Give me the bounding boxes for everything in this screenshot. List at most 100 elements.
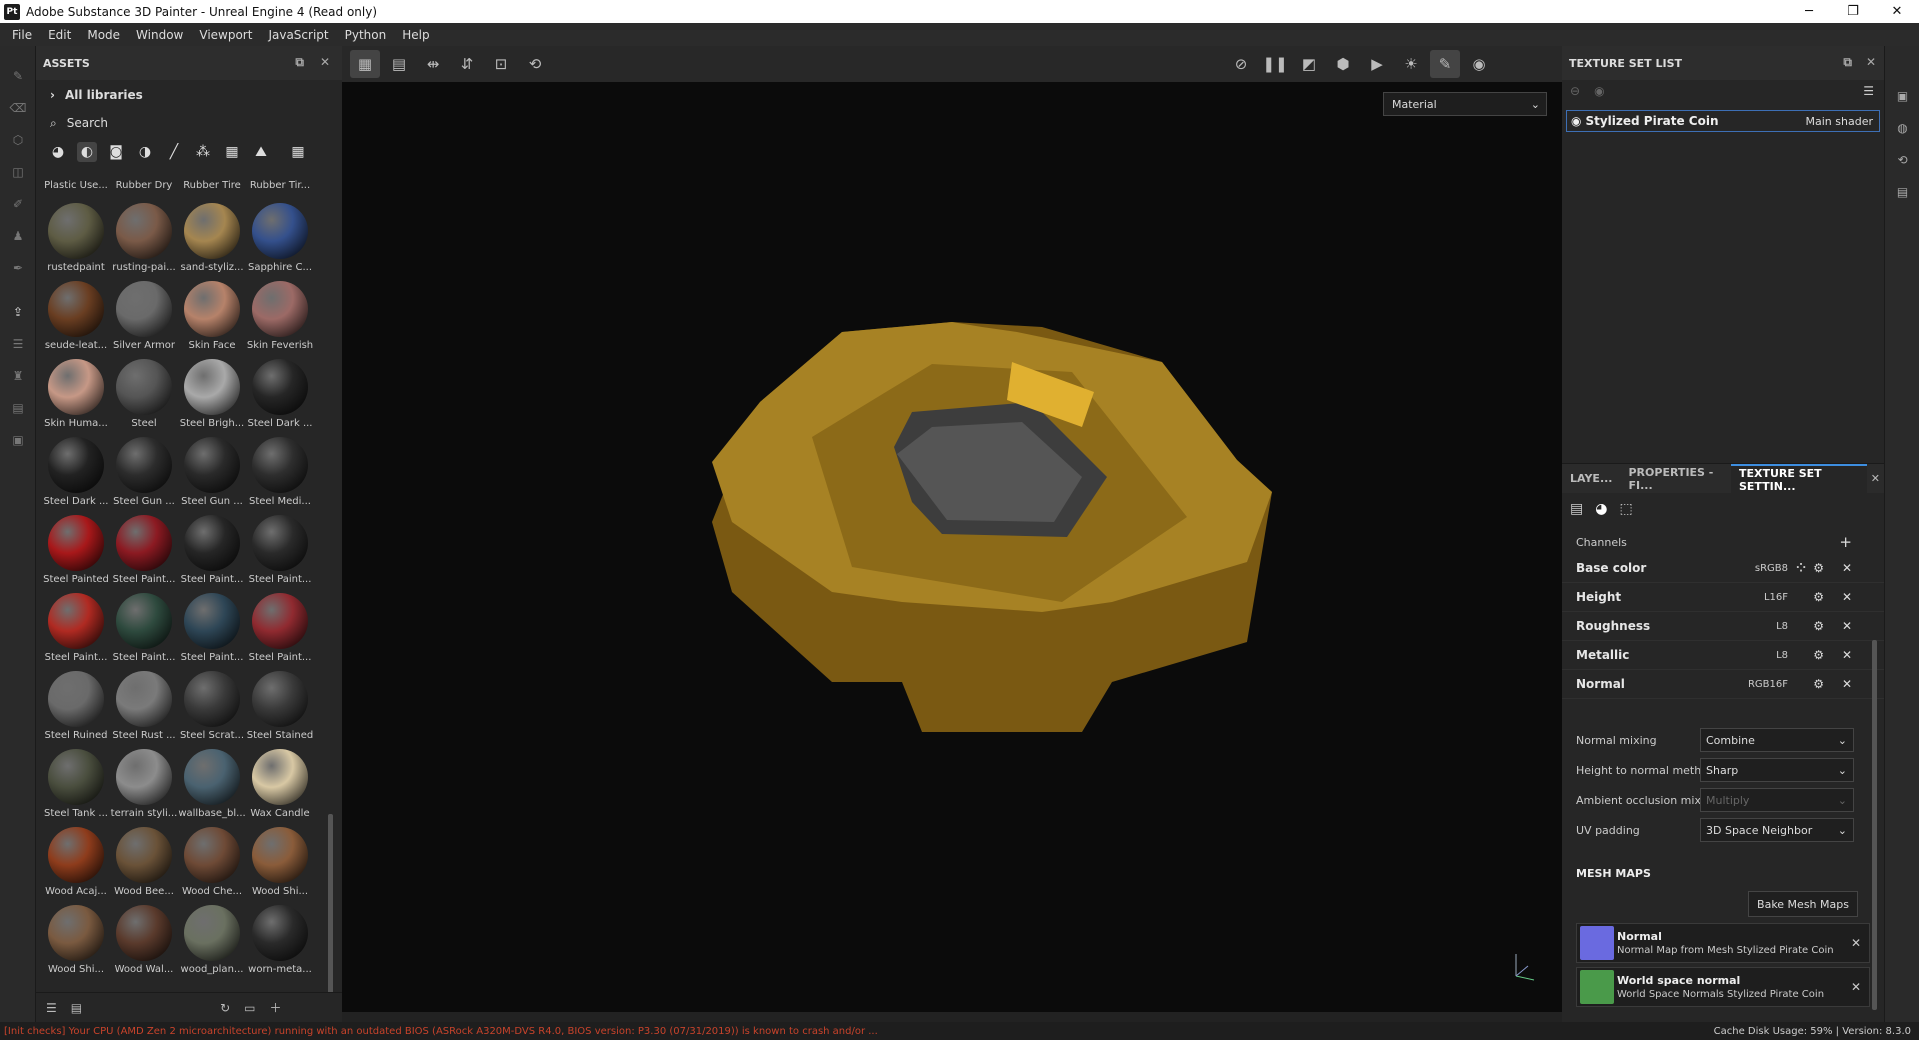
cube-icon[interactable]: ⬢: [1328, 50, 1358, 78]
channel-format[interactable]: L8: [1776, 650, 1788, 661]
material-tile[interactable]: Steel Stained: [246, 666, 314, 744]
smudge-icon[interactable]: ✐: [0, 188, 36, 220]
material-tile[interactable]: Steel Gun ...: [110, 432, 178, 510]
color-profile-icon[interactable]: ⁘: [1796, 561, 1806, 575]
symmetry-vertical-icon[interactable]: ⇵: [452, 50, 482, 78]
settings-scrollbar[interactable]: [1872, 640, 1877, 1010]
material-tile[interactable]: Steel Paint...: [42, 588, 110, 666]
shader-icon[interactable]: ◕: [1595, 501, 1607, 517]
bake-icon[interactable]: ▣: [0, 424, 36, 456]
material-tile[interactable]: Steel Dark ...: [42, 432, 110, 510]
history-icon[interactable]: ⟲: [1885, 144, 1919, 176]
material-tile[interactable]: Wood Che...: [178, 822, 246, 900]
iray-icon[interactable]: ☀: [1396, 50, 1426, 78]
reset-camera-icon[interactable]: ⟲: [520, 50, 550, 78]
material-tile[interactable]: Steel Paint...: [246, 510, 314, 588]
menu-edit[interactable]: Edit: [40, 28, 79, 42]
projection-icon[interactable]: ⬡: [0, 124, 36, 156]
display-settings-icon[interactable]: ☰: [0, 328, 36, 360]
material-tile[interactable]: sand-styliz...: [178, 198, 246, 276]
menu-javascript[interactable]: JavaScript: [260, 28, 336, 42]
link-icon[interactable]: ⊖: [1570, 84, 1580, 98]
normal-mixing-dropdown[interactable]: Combine ⌄: [1700, 728, 1854, 752]
material-tile[interactable]: Steel Painted: [42, 510, 110, 588]
material-filter-icon[interactable]: ◐: [77, 142, 97, 162]
mesh-map-item[interactable]: World space normal World Space Normals St…: [1576, 967, 1870, 1007]
remove-map-icon[interactable]: ✕: [1851, 980, 1861, 994]
material-tile[interactable]: Steel: [110, 354, 178, 432]
channel-format[interactable]: L8: [1776, 621, 1788, 632]
texture-set-list-icon[interactable]: ▣: [1885, 80, 1919, 112]
material-tile[interactable]: Wood Bee...: [110, 822, 178, 900]
gear-icon[interactable]: ⚙: [1813, 677, 1824, 691]
material-tile[interactable]: seude-leat...: [42, 276, 110, 354]
shader-settings-icon[interactable]: ♜: [0, 360, 36, 392]
material-tile[interactable]: Steel Paint...: [178, 588, 246, 666]
fit-selection-icon[interactable]: ▦: [350, 50, 380, 78]
material-tile[interactable]: Wood Shi...: [42, 900, 110, 978]
material-tile[interactable]: Wax Candle: [246, 744, 314, 822]
brush-filter-icon[interactable]: ╱: [164, 142, 184, 162]
remove-map-icon[interactable]: ✕: [1851, 936, 1861, 950]
channel-format[interactable]: RGB16F: [1748, 679, 1788, 690]
menu-icon[interactable]: ☰: [1863, 84, 1874, 98]
material-tile[interactable]: Skin Feverish: [246, 276, 314, 354]
list-view-icon[interactable]: ▤: [71, 1001, 82, 1015]
close-tab-icon[interactable]: ✕: [1867, 464, 1884, 494]
fit-view-icon[interactable]: ⊡: [486, 50, 516, 78]
material-tile[interactable]: rustedpaint: [42, 198, 110, 276]
uv-padding-dropdown[interactable]: 3D Space Neighbor ⌄: [1700, 818, 1854, 842]
mesh-map-item[interactable]: Normal Normal Map from Mesh Stylized Pira…: [1576, 923, 1870, 963]
material-tile[interactable]: rusting-pai...: [110, 198, 178, 276]
material-tile[interactable]: Steel Paint...: [110, 588, 178, 666]
tab-layers[interactable]: LAYE...: [1562, 464, 1621, 494]
screenshot-icon[interactable]: ◉: [1464, 50, 1494, 78]
height-to-normal-dropdown[interactable]: Sharp ⌄: [1700, 758, 1854, 782]
material-tile[interactable]: Steel Dark ...: [246, 354, 314, 432]
refresh-icon[interactable]: ↻: [220, 1001, 230, 1015]
remove-channel-icon[interactable]: ✕: [1842, 561, 1852, 575]
sort-icon[interactable]: ☰: [46, 1001, 57, 1015]
init-warning[interactable]: [Init checks] Your CPU (AMD Zen 2 microa…: [0, 1026, 1300, 1037]
minimize-button[interactable]: ─: [1787, 0, 1831, 23]
bake-mesh-maps-button[interactable]: Bake Mesh Maps: [1748, 891, 1858, 917]
remove-channel-icon[interactable]: ✕: [1842, 590, 1852, 604]
close-button[interactable]: ✕: [1875, 0, 1919, 23]
material-tile[interactable]: wood_plan...: [178, 900, 246, 978]
material-tile[interactable]: Wood Acaj...: [42, 822, 110, 900]
asset-caption[interactable]: Rubber Tir...: [246, 180, 314, 198]
display-icon[interactable]: ◍: [1885, 112, 1919, 144]
add-icon[interactable]: ＋: [270, 999, 282, 1016]
material-tile[interactable]: Steel Paint...: [178, 510, 246, 588]
material-tile[interactable]: Steel Paint...: [246, 588, 314, 666]
grid-view-icon[interactable]: ▦: [288, 142, 308, 162]
remove-channel-icon[interactable]: ✕: [1842, 648, 1852, 662]
undock-icon[interactable]: ⧉: [295, 55, 304, 70]
material-tile[interactable]: Steel Medi...: [246, 432, 314, 510]
material-tile[interactable]: Steel Paint...: [110, 510, 178, 588]
tab-texture-set-settings[interactable]: TEXTURE SET SETTIN...: [1730, 463, 1867, 494]
search-input[interactable]: ⌕ Search: [36, 110, 342, 136]
geometry-mask-icon[interactable]: ◫: [0, 156, 36, 188]
menu-python[interactable]: Python: [337, 28, 395, 42]
shader-label[interactable]: Main shader: [1806, 115, 1873, 128]
clone-icon[interactable]: ♟: [0, 220, 36, 252]
shading-mode-dropdown[interactable]: Material ⌄: [1383, 92, 1547, 116]
material-tile[interactable]: Skin Huma...: [42, 354, 110, 432]
gear-icon[interactable]: ⚙: [1813, 561, 1824, 575]
mask-filter-icon[interactable]: ◙: [106, 142, 126, 162]
undock-icon[interactable]: ⧉: [1843, 55, 1852, 70]
material-tile[interactable]: worn-meta...: [246, 900, 314, 978]
channel-format[interactable]: sRGB8: [1755, 563, 1788, 574]
asset-caption[interactable]: Plastic Use...: [42, 180, 110, 198]
menu-help[interactable]: Help: [394, 28, 437, 42]
viewport-mode-icon[interactable]: ◩: [1294, 50, 1324, 78]
asset-caption[interactable]: Rubber Dry: [110, 180, 178, 198]
asset-caption[interactable]: Rubber Tire: [178, 180, 246, 198]
hide-icon[interactable]: ⊘: [1226, 50, 1256, 78]
add-channel-icon[interactable]: +: [1839, 533, 1852, 551]
library-selector[interactable]: › All libraries: [36, 80, 342, 110]
maximize-button[interactable]: ❐: [1831, 0, 1875, 23]
uv-icon[interactable]: ⬚: [1619, 501, 1632, 517]
close-panel-icon[interactable]: ✕: [1866, 55, 1876, 69]
